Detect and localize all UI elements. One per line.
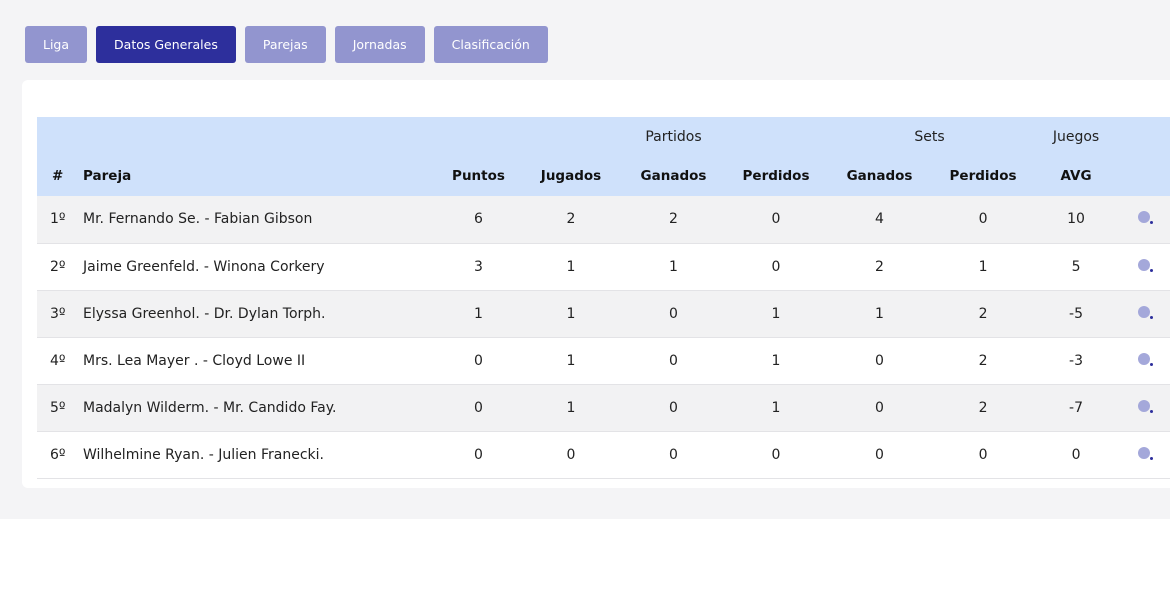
column-header-puntos: Puntos <box>452 168 505 184</box>
row-position: 4º <box>50 352 66 369</box>
row-avg: -5 <box>1069 305 1084 322</box>
row-pair: Mrs. Lea Mayer . - Cloyd Lowe II <box>83 352 306 369</box>
row-sets-perdidos: 0 <box>978 446 988 463</box>
group-header-sets: Sets <box>914 129 945 145</box>
row-pair: Elyssa Greenhol. - Dr. Dylan Torph. <box>83 305 326 322</box>
tab-liga[interactable]: Liga <box>25 26 88 63</box>
search-icon[interactable] <box>1137 258 1153 272</box>
search-icon[interactable] <box>1137 305 1153 319</box>
column-header-pareja: Pareja <box>83 168 132 184</box>
row-avg: 5 <box>1071 258 1081 275</box>
row-perdidos: 1 <box>771 305 781 322</box>
column-header-sets-ganados: Ganados <box>846 168 913 184</box>
row-avg: -3 <box>1069 352 1084 369</box>
row-pair: Mr. Fernando Se. - Fabian Gibson <box>83 211 313 228</box>
row-perdidos: 1 <box>771 352 781 369</box>
row-sets-ganados: 0 <box>875 399 884 416</box>
table-row: 1º Mr. Fernando Se. - Fabian Gibson 6 2 … <box>37 196 1170 243</box>
row-position: 2º <box>50 258 66 275</box>
row-perdidos: 1 <box>771 399 781 416</box>
tab-jornadas[interactable]: Jornadas <box>334 26 425 63</box>
row-sets-perdidos: 2 <box>978 352 988 369</box>
row-jugados: 1 <box>566 399 576 416</box>
row-puntos: 0 <box>474 352 483 369</box>
column-header-perdidos: Perdidos <box>742 168 810 184</box>
row-sets-perdidos: 2 <box>978 305 988 322</box>
search-icon[interactable] <box>1137 399 1153 413</box>
row-puntos: 1 <box>474 305 483 322</box>
row-ganados: 1 <box>669 258 678 275</box>
row-sets-ganados: 0 <box>875 446 884 463</box>
row-sets-ganados: 2 <box>875 258 884 275</box>
table-row: 3º Elyssa Greenhol. - Dr. Dylan Torph. 1… <box>37 290 1170 337</box>
row-position: 1º <box>50 211 66 228</box>
standings-table: Partidos Sets Juegos # Pareja Puntos Jug… <box>37 117 1170 479</box>
row-sets-ganados: 1 <box>875 305 884 322</box>
row-ganados: 0 <box>669 399 678 416</box>
row-ganados: 0 <box>669 305 678 322</box>
row-sets-perdidos: 0 <box>978 211 988 228</box>
tab-datos-generales[interactable]: Datos Generales <box>96 26 236 63</box>
table-row: 6º Wilhelmine Ryan. - Julien Franecki. 0… <box>37 431 1170 478</box>
row-sets-perdidos: 1 <box>978 258 988 275</box>
row-ganados: 2 <box>669 211 678 228</box>
row-jugados: 0 <box>566 446 576 463</box>
search-icon[interactable] <box>1137 352 1153 366</box>
row-puntos: 0 <box>474 399 483 416</box>
group-header-partidos: Partidos <box>645 129 702 145</box>
row-sets-ganados: 4 <box>875 211 884 228</box>
row-sets-perdidos: 2 <box>978 399 988 416</box>
row-avg: 10 <box>1067 211 1085 228</box>
row-avg: 0 <box>1071 446 1081 463</box>
column-header-row: # Pareja Puntos Jugados Ganados Perdidos… <box>37 156 1170 196</box>
row-perdidos: 0 <box>771 258 781 275</box>
row-position: 5º <box>50 399 66 416</box>
table-row: 2º Jaime Greenfeld. - Winona Corkery 3 1… <box>37 243 1170 290</box>
row-avg: -7 <box>1069 399 1084 416</box>
column-header-jugados: Jugados <box>540 168 602 184</box>
row-position: 3º <box>50 305 66 322</box>
table-row: 5º Madalyn Wilderm. - Mr. Candido Fay. 0… <box>37 384 1170 431</box>
row-jugados: 1 <box>566 258 576 275</box>
row-sets-ganados: 0 <box>875 352 884 369</box>
row-position: 6º <box>50 446 66 463</box>
row-puntos: 3 <box>474 258 483 275</box>
row-ganados: 0 <box>669 352 678 369</box>
column-header-sets-perdidos: Perdidos <box>949 168 1017 184</box>
row-ganados: 0 <box>669 446 678 463</box>
row-puntos: 6 <box>474 211 483 228</box>
standings-card: Partidos Sets Juegos # Pareja Puntos Jug… <box>22 80 1170 488</box>
tab-parejas[interactable]: Parejas <box>244 26 326 63</box>
group-header-row: Partidos Sets Juegos <box>37 117 1170 156</box>
column-header-position: # <box>52 168 64 184</box>
row-jugados: 1 <box>566 352 576 369</box>
row-jugados: 1 <box>566 305 576 322</box>
search-icon[interactable] <box>1137 210 1153 225</box>
section-tabs: Liga Datos Generales Parejas Jornadas Cl… <box>25 26 548 63</box>
row-pair: Madalyn Wilderm. - Mr. Candido Fay. <box>83 399 337 416</box>
column-header-ganados: Ganados <box>640 168 707 184</box>
column-header-avg: AVG <box>1060 168 1092 184</box>
row-pair: Jaime Greenfeld. - Winona Corkery <box>83 258 325 275</box>
row-perdidos: 0 <box>771 211 781 228</box>
row-puntos: 0 <box>474 446 483 463</box>
search-icon[interactable] <box>1137 446 1153 460</box>
row-pair: Wilhelmine Ryan. - Julien Franecki. <box>83 446 324 463</box>
row-jugados: 2 <box>566 211 576 228</box>
tab-clasificacion[interactable]: Clasificación <box>433 26 548 63</box>
table-row: 4º Mrs. Lea Mayer . - Cloyd Lowe II 0 1 … <box>37 337 1170 384</box>
group-header-juegos: Juegos <box>1052 129 1100 145</box>
row-perdidos: 0 <box>771 446 781 463</box>
